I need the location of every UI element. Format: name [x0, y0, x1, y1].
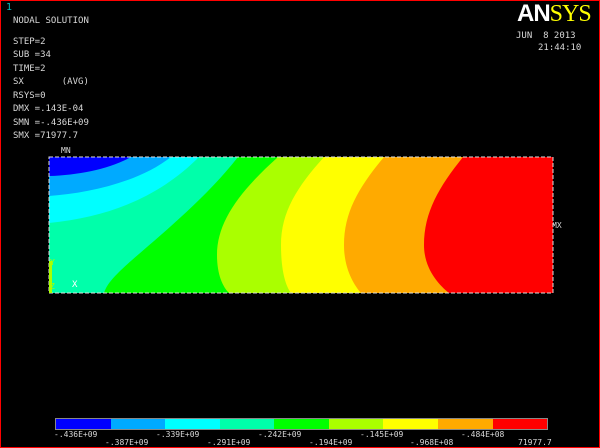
min-marker: MN: [61, 146, 71, 155]
legend-label: -.145E+09: [360, 430, 404, 439]
legend-label: 71977.7: [518, 438, 552, 447]
ansys-logo: ANSYS: [517, 0, 592, 27]
legend-label: -.968E+08: [410, 438, 454, 447]
legend-color-swatch: [437, 419, 493, 429]
legend-label: -.194E+09: [309, 438, 353, 447]
legend-color-swatch: [492, 419, 548, 429]
legend-label: -.436E+09: [54, 430, 98, 439]
legend-color-swatch: [328, 419, 384, 429]
legend-color-swatch: [110, 419, 166, 429]
legend-label: -.484E+08: [461, 430, 505, 439]
time-label: 21:44:10: [538, 43, 582, 53]
smx-label: SMX =71977.7: [13, 131, 79, 141]
smn-label: SMN =-.436E+09: [13, 118, 89, 128]
legend-color-swatch: [165, 419, 220, 429]
step-label: STEP=2: [13, 37, 46, 47]
window-number: 1: [6, 2, 13, 13]
legend-color-swatch: [383, 419, 438, 429]
axis-y-label: Y: [50, 258, 55, 267]
legend-label: -.339E+09: [156, 430, 200, 439]
item-label: SX (AVG): [13, 77, 89, 87]
contour-legend-bar: [55, 418, 548, 430]
contour-plot: [48, 156, 554, 294]
ansys-graphics-window: 1 ANSYS JUN 8 2013 21:44:10 NODAL SOLUTI…: [0, 0, 600, 448]
legend-label: -.387E+09: [105, 438, 149, 447]
legend-color-swatch: [274, 419, 329, 429]
date-label: JUN 8 2013: [516, 31, 576, 41]
legend-color-swatch: [56, 419, 111, 429]
legend-label: -.291E+09: [207, 438, 251, 447]
axis-z-label: Z: [50, 282, 55, 291]
legend-label: -.242E+09: [258, 430, 302, 439]
solution-title: NODAL SOLUTION: [13, 16, 89, 26]
legend-color-swatch: [219, 419, 275, 429]
axis-x-label: X: [72, 280, 78, 290]
dmx-label: DMX =.143E-04: [13, 104, 84, 114]
time-value-label: TIME=2: [13, 64, 46, 74]
sub-label: SUB =34: [13, 50, 51, 60]
rsys-label: RSYS=0: [13, 91, 46, 101]
